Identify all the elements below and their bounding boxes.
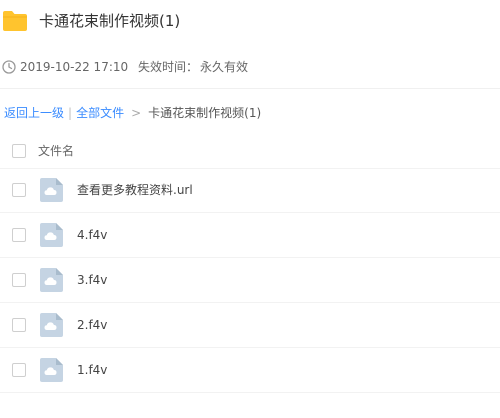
file-row[interactable]: 1.f4v [0, 348, 500, 393]
column-header-filename[interactable]: 文件名 [38, 141, 74, 161]
file-row[interactable]: 2.f4v [0, 303, 500, 348]
divider [0, 88, 500, 89]
all-files-link[interactable]: 全部文件 [76, 106, 124, 120]
file-row[interactable]: 查看更多教程资料.url [0, 168, 500, 213]
file-name[interactable]: 1.f4v [77, 360, 107, 380]
share-header: 卡通花束制作视频(1) [0, 0, 500, 44]
expire-label: 失效时间： [138, 60, 199, 74]
file-list-header: 文件名 [0, 136, 500, 169]
breadcrumb: 返回上一级 | 全部文件 > 卡通花束制作视频(1) [4, 102, 261, 124]
file-list: 查看更多教程资料.url 4.f4v 3.f4v 2.f4v 1.f4v [0, 168, 500, 393]
page-title: 卡通花束制作视频(1) [39, 12, 181, 30]
folder-icon [3, 11, 27, 31]
row-checkbox[interactable] [12, 273, 26, 287]
cloud-file-icon [40, 313, 63, 337]
cloud-file-icon [40, 358, 63, 382]
file-name[interactable]: 查看更多教程资料.url [77, 180, 193, 200]
file-name[interactable]: 4.f4v [77, 225, 107, 245]
row-checkbox[interactable] [12, 363, 26, 377]
clock-icon [2, 60, 16, 74]
share-date: 2019-10-22 17:10 [20, 60, 129, 74]
row-checkbox[interactable] [12, 318, 26, 332]
cloud-file-icon [40, 178, 63, 202]
breadcrumb-arrow: > [131, 106, 142, 120]
select-all-checkbox[interactable] [12, 144, 26, 158]
cloud-file-icon [40, 268, 63, 292]
file-name[interactable]: 3.f4v [77, 270, 107, 290]
back-link[interactable]: 返回上一级 [4, 106, 64, 120]
share-meta: 2019-10-22 17:10 失效时间： 永久有效 [0, 56, 500, 78]
breadcrumb-separator: | [68, 106, 73, 120]
file-row[interactable]: 3.f4v [0, 258, 500, 303]
row-checkbox[interactable] [12, 183, 26, 197]
breadcrumb-current: 卡通花束制作视频(1) [148, 106, 262, 120]
row-checkbox[interactable] [12, 228, 26, 242]
cloud-file-icon [40, 223, 63, 247]
expire-value: 永久有效 [200, 60, 249, 74]
file-name[interactable]: 2.f4v [77, 315, 107, 335]
file-row[interactable]: 4.f4v [0, 213, 500, 258]
